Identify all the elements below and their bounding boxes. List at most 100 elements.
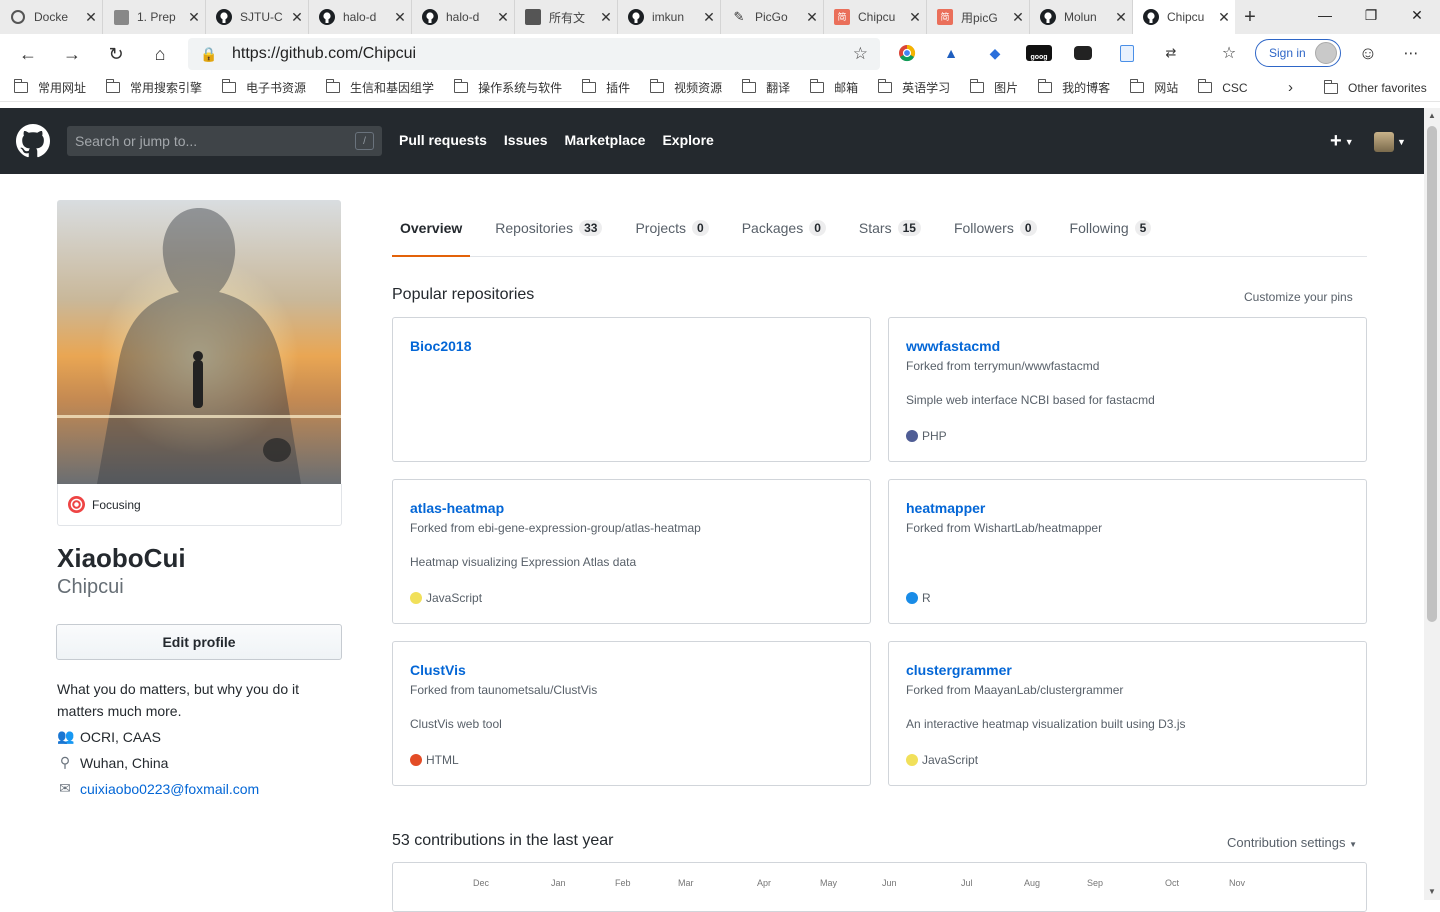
browser-tab[interactable]: 1. Prep ✕: [103, 0, 206, 34]
github-logo-icon[interactable]: [16, 124, 50, 158]
bookmark-folder[interactable]: 邮箱: [810, 79, 858, 96]
tab-packages[interactable]: Packages 0: [734, 200, 834, 256]
user-status[interactable]: Focusing: [57, 484, 342, 526]
tab-title: Docke: [34, 10, 69, 24]
repo-language: HTML: [410, 753, 459, 767]
nav-link-issues[interactable]: Issues: [504, 132, 548, 148]
tab-repositories[interactable]: Repositories 33: [487, 200, 610, 256]
nav-link-pull-requests[interactable]: Pull requests: [399, 132, 487, 148]
close-window-icon[interactable]: ✕: [1394, 0, 1440, 30]
bookmark-folder[interactable]: 视频资源: [650, 79, 722, 96]
folder-icon: [1324, 79, 1338, 94]
edit-profile-button[interactable]: Edit profile: [56, 624, 342, 660]
scrollbar-thumb[interactable]: [1427, 126, 1437, 622]
new-tab-button[interactable]: +: [1235, 0, 1265, 34]
browser-tab[interactable]: imkun ✕: [618, 0, 721, 34]
bookmark-folder[interactable]: 图片: [970, 79, 1018, 96]
feedback-smile-icon[interactable]: ☺: [1357, 42, 1379, 64]
repo-name-link[interactable]: clustergrammer: [906, 662, 1349, 678]
repo-name-link[interactable]: atlas-heatmap: [410, 500, 853, 516]
sign-in-button[interactable]: Sign in: [1255, 39, 1341, 67]
bookmark-folder[interactable]: 翻译: [742, 79, 790, 96]
extension-icon[interactable]: [1072, 42, 1094, 64]
forward-icon[interactable]: →: [50, 36, 94, 72]
home-icon[interactable]: ⌂: [138, 36, 182, 72]
browser-tab[interactable]: SJTU-C ✕: [206, 0, 309, 34]
back-icon[interactable]: ←: [6, 36, 50, 72]
translate-extension-icon[interactable]: ⇄: [1160, 42, 1182, 64]
folder-icon: [650, 79, 665, 93]
bookmark-folder[interactable]: 英语学习: [878, 79, 950, 96]
contribution-settings-dropdown[interactable]: Contribution settings ▼: [1227, 835, 1357, 850]
refresh-icon[interactable]: ↻: [94, 36, 138, 72]
extension-icon[interactable]: ▲: [940, 42, 962, 64]
browser-tab[interactable]: halo-d ✕: [309, 0, 412, 34]
browser-tab[interactable]: Docke ✕: [0, 0, 103, 34]
repo-name-link[interactable]: wwwfastacmd: [906, 338, 1349, 354]
bookmarks-overflow-chevron-icon[interactable]: ›: [1288, 79, 1293, 96]
bookmark-folder[interactable]: 常用网址: [14, 79, 86, 96]
bookmark-folder[interactable]: 我的博客: [1038, 79, 1110, 96]
tab-stars[interactable]: Stars 15: [851, 200, 929, 256]
email-link[interactable]: cuixiaobo0223@foxmail.com: [80, 781, 259, 797]
close-tab-icon[interactable]: ✕: [698, 9, 720, 26]
nav-link-explore[interactable]: Explore: [662, 132, 713, 148]
month-label: May: [820, 878, 838, 888]
favorites-icon[interactable]: ☆: [1218, 42, 1240, 64]
pinned-repo-card: atlas-heatmap Forked from ebi-gene-expres…: [392, 479, 871, 624]
browser-tab[interactable]: 简 Chipcu ✕: [824, 0, 927, 34]
bookmark-folder[interactable]: 操作系统与软件: [454, 79, 562, 96]
browser-tab[interactable]: ✎ PicGo ✕: [721, 0, 824, 34]
browser-tab[interactable]: 所有文 ✕: [515, 0, 618, 34]
bookmark-folder[interactable]: CSC: [1198, 79, 1248, 95]
browser-tab[interactable]: 简用picG ✕: [927, 0, 1030, 34]
tab-following[interactable]: Following 5: [1062, 200, 1160, 256]
page-scrollbar[interactable]: ▲ ▼: [1424, 108, 1440, 900]
create-new-menu[interactable]: + ▼: [1330, 130, 1354, 153]
close-tab-icon[interactable]: ✕: [80, 9, 102, 26]
close-tab-icon[interactable]: ✕: [492, 9, 514, 26]
bookmark-folder[interactable]: 常用搜索引擎: [106, 79, 202, 96]
repo-name-link[interactable]: ClustVis: [410, 662, 853, 678]
nav-link-marketplace[interactable]: Marketplace: [565, 132, 646, 148]
bookmark-folder[interactable]: 生信和基因组学: [326, 79, 434, 96]
close-tab-icon[interactable]: ✕: [389, 9, 411, 26]
close-tab-icon[interactable]: ✕: [904, 9, 926, 26]
tab-followers[interactable]: Followers 0: [946, 200, 1045, 256]
maximize-icon[interactable]: ❐: [1348, 0, 1394, 30]
close-tab-icon[interactable]: ✕: [801, 9, 823, 26]
google-extension-icon[interactable]: goog: [1026, 42, 1052, 64]
close-tab-icon[interactable]: ✕: [595, 9, 617, 26]
tab-overview[interactable]: Overview: [392, 200, 471, 257]
minimize-icon[interactable]: —: [1302, 0, 1348, 30]
repo-name-link[interactable]: Bioc2018: [410, 338, 853, 354]
customize-pins-link[interactable]: Customize your pins: [1244, 290, 1353, 304]
close-tab-icon[interactable]: ✕: [1110, 9, 1132, 26]
more-options-icon[interactable]: ⋯: [1400, 42, 1422, 64]
browser-tab[interactable]: halo-d ✕: [412, 0, 515, 34]
scroll-up-arrow-icon[interactable]: ▲: [1424, 108, 1440, 124]
url-text[interactable]: https://github.com/Chipcui: [232, 45, 416, 63]
extension-icon[interactable]: ◆: [984, 42, 1006, 64]
tab-projects[interactable]: Projects 0: [627, 200, 716, 256]
close-tab-icon[interactable]: ✕: [1213, 9, 1235, 26]
repo-name-link[interactable]: heatmapper: [906, 500, 1349, 516]
favorite-star-icon[interactable]: ☆: [853, 44, 868, 64]
bookmark-folder[interactable]: 插件: [582, 79, 630, 96]
bookmark-folder[interactable]: 网站: [1130, 79, 1178, 96]
browser-tab[interactable]: Chipcu ✕: [1133, 0, 1235, 34]
profile-avatar-large[interactable]: [57, 200, 341, 484]
close-tab-icon[interactable]: ✕: [286, 9, 308, 26]
document-extension-icon[interactable]: [1116, 42, 1138, 64]
person-icon: [525, 9, 541, 25]
address-bar[interactable]: 🔒 https://github.com/Chipcui ☆: [188, 38, 880, 70]
browser-tab[interactable]: Molun ✕: [1030, 0, 1133, 34]
chrome-extension-icon[interactable]: [896, 42, 918, 64]
close-tab-icon[interactable]: ✕: [183, 9, 205, 26]
other-favorites-folder[interactable]: Other favorites: [1324, 79, 1427, 95]
scroll-down-arrow-icon[interactable]: ▼: [1424, 884, 1440, 900]
github-search-input[interactable]: Search or jump to... /: [67, 126, 382, 156]
close-tab-icon[interactable]: ✕: [1007, 9, 1029, 26]
bookmark-folder[interactable]: 电子书资源: [222, 79, 306, 96]
user-menu[interactable]: ▼: [1374, 132, 1406, 152]
